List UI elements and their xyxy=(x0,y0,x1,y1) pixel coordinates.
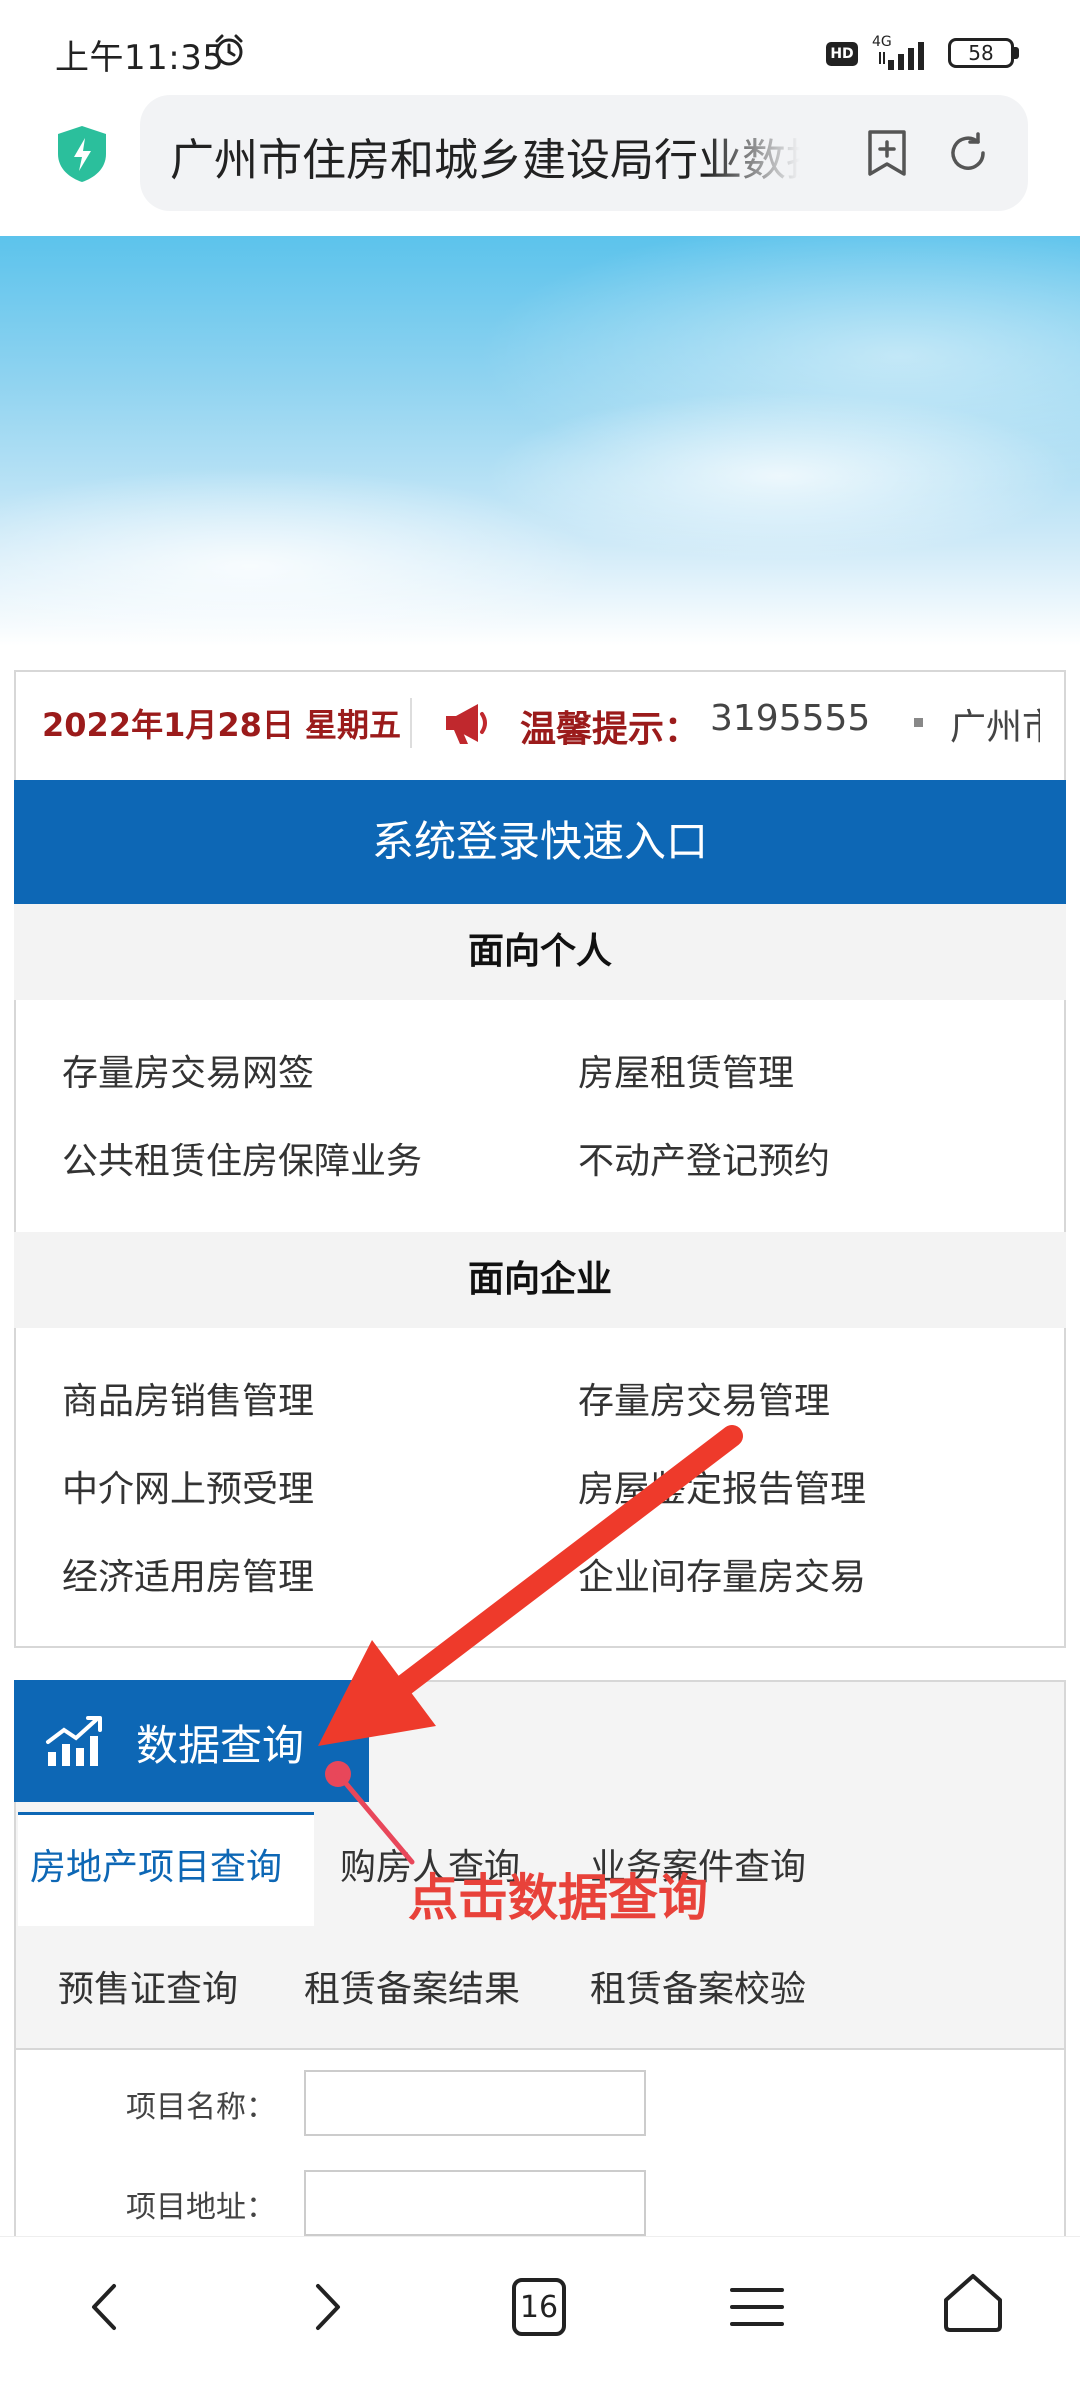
signal-icon xyxy=(879,42,924,70)
personal-section-heading: 面向个人 xyxy=(14,904,1066,1000)
tab-rental-filing-result[interactable]: 租赁备案结果 xyxy=(304,1960,520,2012)
link-new-housing-sales[interactable]: 商品房销售管理 xyxy=(62,1372,314,1424)
status-time: 上午11:35 xyxy=(55,38,225,78)
tab-rental-filing-verify[interactable]: 租赁备案校验 xyxy=(590,1960,806,2012)
login-quick-entry-header: 系统登录快速入口 xyxy=(14,780,1066,904)
link-agency-pre-acceptance[interactable]: 中介网上预受理 xyxy=(62,1460,314,1512)
page-title-url[interactable]: 广州市住房和城乡建设局行业数据 xyxy=(170,124,800,188)
data-query-title[interactable]: 数据查询 xyxy=(136,1712,304,1773)
battery-tip xyxy=(1014,47,1019,59)
bullet-dot xyxy=(914,718,923,727)
tip-text-next: 广州市 xyxy=(950,707,1040,748)
link-inter-enterprise-trade[interactable]: 企业间存量房交易 xyxy=(578,1548,866,1600)
project-name-input[interactable] xyxy=(304,2070,646,2136)
add-bookmark-icon[interactable] xyxy=(862,128,912,178)
shield-icon[interactable] xyxy=(54,124,110,184)
project-address-label: 项目地址： xyxy=(126,2190,276,2225)
reload-icon[interactable] xyxy=(945,130,991,176)
link-real-estate-registration[interactable]: 不动产登记预约 xyxy=(578,1132,830,1184)
alarm-icon xyxy=(215,34,243,66)
back-icon[interactable] xyxy=(72,2272,142,2342)
link-existing-housing-trade[interactable]: 存量房交易管理 xyxy=(578,1372,830,1424)
tip-label: 温馨提示： xyxy=(520,709,701,750)
link-housing-appraisal-report[interactable]: 房屋鉴定报告管理 xyxy=(578,1460,866,1512)
chart-growth-icon xyxy=(46,1716,102,1766)
enterprise-section-heading: 面向企业 xyxy=(14,1232,1066,1328)
home-icon[interactable] xyxy=(938,2268,1008,2338)
tip-text: 3195555 xyxy=(710,698,871,739)
tab-presale-permit-query[interactable]: 预售证查询 xyxy=(58,1960,238,2012)
megaphone-icon xyxy=(446,704,487,744)
divider xyxy=(410,698,412,748)
project-name-label: 项目名称： xyxy=(126,2090,276,2125)
annotation-label: 点击数据查询 xyxy=(408,1869,708,1927)
link-affordable-housing[interactable]: 经济适用房管理 xyxy=(62,1548,314,1600)
tip-marquee[interactable]: 3195555 广州市 xyxy=(710,696,1040,752)
link-public-rental-housing[interactable]: 公共租赁住房保障业务 xyxy=(62,1132,422,1184)
menu-icon[interactable] xyxy=(722,2272,792,2342)
link-rental-management[interactable]: 房屋租赁管理 xyxy=(578,1044,794,1096)
battery-indicator: 58 xyxy=(948,38,1014,68)
link-existing-housing-contract[interactable]: 存量房交易网签 xyxy=(62,1044,314,1096)
current-date: 2022年1月28日 星期五 xyxy=(42,706,402,744)
project-address-input[interactable] xyxy=(304,2170,646,2236)
sky-banner-image xyxy=(0,236,1080,646)
tab-project-query[interactable]: 房地产项目查询 xyxy=(30,1838,282,1890)
hd-badge: HD xyxy=(826,42,858,66)
forward-icon[interactable] xyxy=(290,2272,360,2342)
tab-count[interactable]: 16 xyxy=(504,2290,574,2325)
